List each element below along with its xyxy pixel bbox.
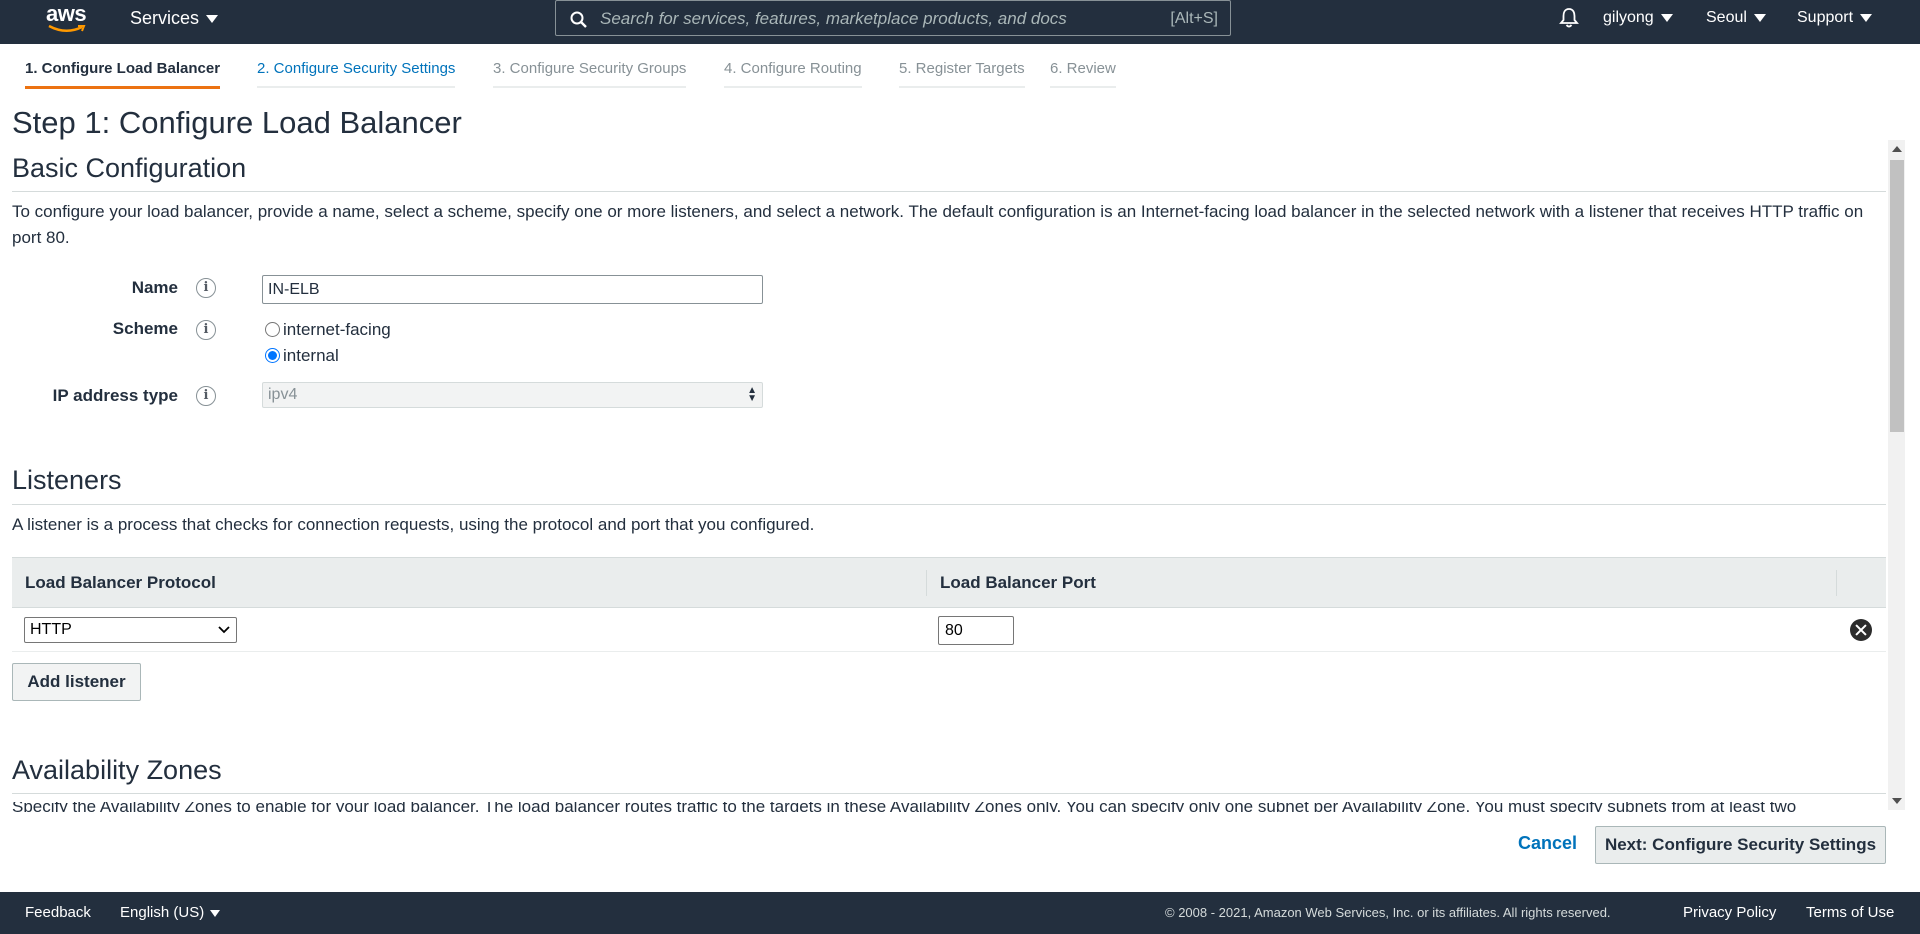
scheme-option-label: internet-facing [283,320,391,339]
step-configure-routing: 4. Configure Routing [724,60,862,88]
protocol-value: HTTP [30,621,72,638]
listeners-heading: Listeners [12,465,122,495]
support-label: Support [1797,9,1854,26]
caret-down-icon [206,15,219,24]
terms-of-use-link[interactable]: Terms of Use [1806,892,1894,934]
ip-address-type-select: ipv4 ▲ ▼ [262,382,763,408]
name-label: Name [131,278,178,297]
search-input[interactable]: Search for services, features, marketpla… [555,0,1231,36]
basic-configuration-description: To configure your load balancer, provide… [12,202,1864,247]
radio-internal[interactable] [265,348,280,363]
caret-down-icon [1860,13,1873,22]
caret-down-icon [210,909,221,917]
scheme-option-internal[interactable]: internal [265,346,339,366]
cancel-link[interactable]: Cancel [1518,833,1577,854]
remove-listener-icon[interactable] [1850,619,1872,641]
account-menu[interactable]: gilyong [1603,0,1673,36]
aws-logo-text: aws [46,1,87,26]
aws-smile-icon [48,24,86,32]
scrollbar-thumb[interactable] [1890,160,1904,432]
column-header-port: Load Balancer Port [940,573,1096,592]
language-selector[interactable]: English (US) [120,892,221,934]
port-input[interactable]: 80 [938,616,1014,645]
scheme-option-label: internal [283,346,339,365]
column-separator [1836,570,1837,596]
listeners-description: A listener is a process that checks for … [12,515,815,534]
chevron-down-icon [218,626,230,634]
basic-configuration-heading: Basic Configuration [12,153,247,183]
search-shortcut: [Alt+S] [1170,10,1218,27]
add-listener-button[interactable]: Add listener [12,663,141,701]
feedback-link[interactable]: Feedback [25,892,91,934]
notifications-bell-icon[interactable] [1558,7,1580,29]
account-username: gilyong [1603,9,1654,26]
ip-address-type-info-icon[interactable]: i [196,386,216,406]
step-configure-load-balancer[interactable]: 1. Configure Load Balancer [25,60,221,89]
scheme-label: Scheme [112,319,178,338]
step-review: 6. Review [1050,60,1116,88]
step-configure-security-groups: 3. Configure Security Groups [493,60,687,88]
caret-down-icon [1753,13,1766,22]
caret-down-icon [1660,13,1673,22]
name-info-icon[interactable]: i [196,278,216,298]
services-menu[interactable]: Services [130,0,219,36]
ip-address-type-label: IP address type [52,386,178,405]
step-configure-security-settings[interactable]: 2. Configure Security Settings [257,60,456,88]
privacy-policy-link[interactable]: Privacy Policy [1683,892,1776,934]
scroll-up-arrow-icon[interactable] [1892,146,1902,152]
aws-logo[interactable]: aws [46,2,90,36]
protocol-select[interactable]: HTTP [24,617,237,643]
ip-address-type-value: ipv4 [268,386,298,403]
step-register-targets: 5. Register Targets [899,60,1025,88]
updown-arrows-icon: ▲ ▼ [747,385,757,404]
scheme-info-icon[interactable]: i [196,320,216,340]
language-label: English (US) [120,904,205,921]
scroll-down-arrow-icon[interactable] [1892,798,1902,804]
page-title: Step 1: Configure Load Balancer [12,105,462,140]
divider [12,793,1886,794]
search-icon [570,11,587,28]
divider [12,191,1886,192]
scheme-option-internet-facing[interactable]: internet-facing [265,320,391,340]
footer: Feedback English (US) © 2008 - 2021, Ama… [0,892,1920,934]
radio-internet-facing[interactable] [265,322,280,337]
availability-zones-description: Specify the Availability Zones to enable… [12,802,1872,812]
column-separator [926,570,927,596]
region-label: Seoul [1706,9,1747,26]
listeners-table-header: Load Balancer Protocol Load Balancer Por… [12,557,1886,608]
next-configure-security-settings-button[interactable]: Next: Configure Security Settings [1595,826,1886,864]
content-scrollbar[interactable] [1888,140,1905,810]
availability-zones-description-text: Specify the Availability Zones to enable… [12,802,1797,812]
availability-zones-heading: Availability Zones [12,755,222,785]
column-header-protocol: Load Balancer Protocol [25,573,216,592]
divider [12,504,1886,505]
name-input[interactable]: IN-ELB [262,275,763,304]
table-row: HTTP 80 [12,608,1886,652]
search-placeholder: Search for services, features, marketpla… [600,9,1067,28]
copyright-text: © 2008 - 2021, Amazon Web Services, Inc.… [1165,905,1611,920]
region-menu[interactable]: Seoul [1706,0,1766,36]
support-menu[interactable]: Support [1797,0,1873,36]
services-label: Services [130,8,200,28]
top-navigation: aws Services Search for services, featur… [0,0,1920,44]
